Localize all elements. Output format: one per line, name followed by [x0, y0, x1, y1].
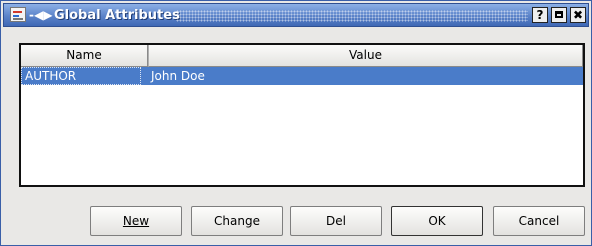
- del-button[interactable]: Del: [290, 206, 382, 236]
- cell-name[interactable]: AUTHOR: [21, 67, 141, 85]
- column-header-value[interactable]: Value: [148, 45, 583, 67]
- change-button[interactable]: Change: [191, 206, 283, 236]
- help-button[interactable]: ?: [532, 7, 548, 23]
- maximize-button[interactable]: [551, 7, 567, 23]
- table-row[interactable]: AUTHOR John Doe: [21, 67, 583, 85]
- pin-icon[interactable]: -◀▶: [29, 8, 52, 22]
- app-icon[interactable]: [10, 7, 26, 22]
- cell-value[interactable]: John Doe: [148, 67, 205, 85]
- ok-button[interactable]: OK: [391, 206, 483, 236]
- maximize-icon: [555, 11, 563, 18]
- ok-button-label: OK: [428, 214, 446, 228]
- cancel-button[interactable]: Cancel: [493, 206, 585, 236]
- titlebar[interactable]: -◀▶ Global Attributes ? ✖: [3, 3, 589, 27]
- change-button-label: Change: [214, 214, 260, 228]
- titlebar-pattern: [176, 10, 528, 22]
- new-button-label: New: [122, 214, 150, 228]
- new-button[interactable]: New: [90, 206, 182, 236]
- attributes-table[interactable]: Name Value AUTHOR John Doe: [19, 43, 585, 187]
- window-title: Global Attributes: [54, 8, 180, 23]
- global-attributes-dialog: -◀▶ Global Attributes ? ✖ Name Value AUT…: [0, 0, 592, 246]
- close-button[interactable]: ✖: [570, 7, 586, 23]
- cancel-button-label: Cancel: [518, 214, 560, 228]
- column-header-name[interactable]: Name: [21, 45, 148, 67]
- del-button-label: Del: [326, 214, 346, 228]
